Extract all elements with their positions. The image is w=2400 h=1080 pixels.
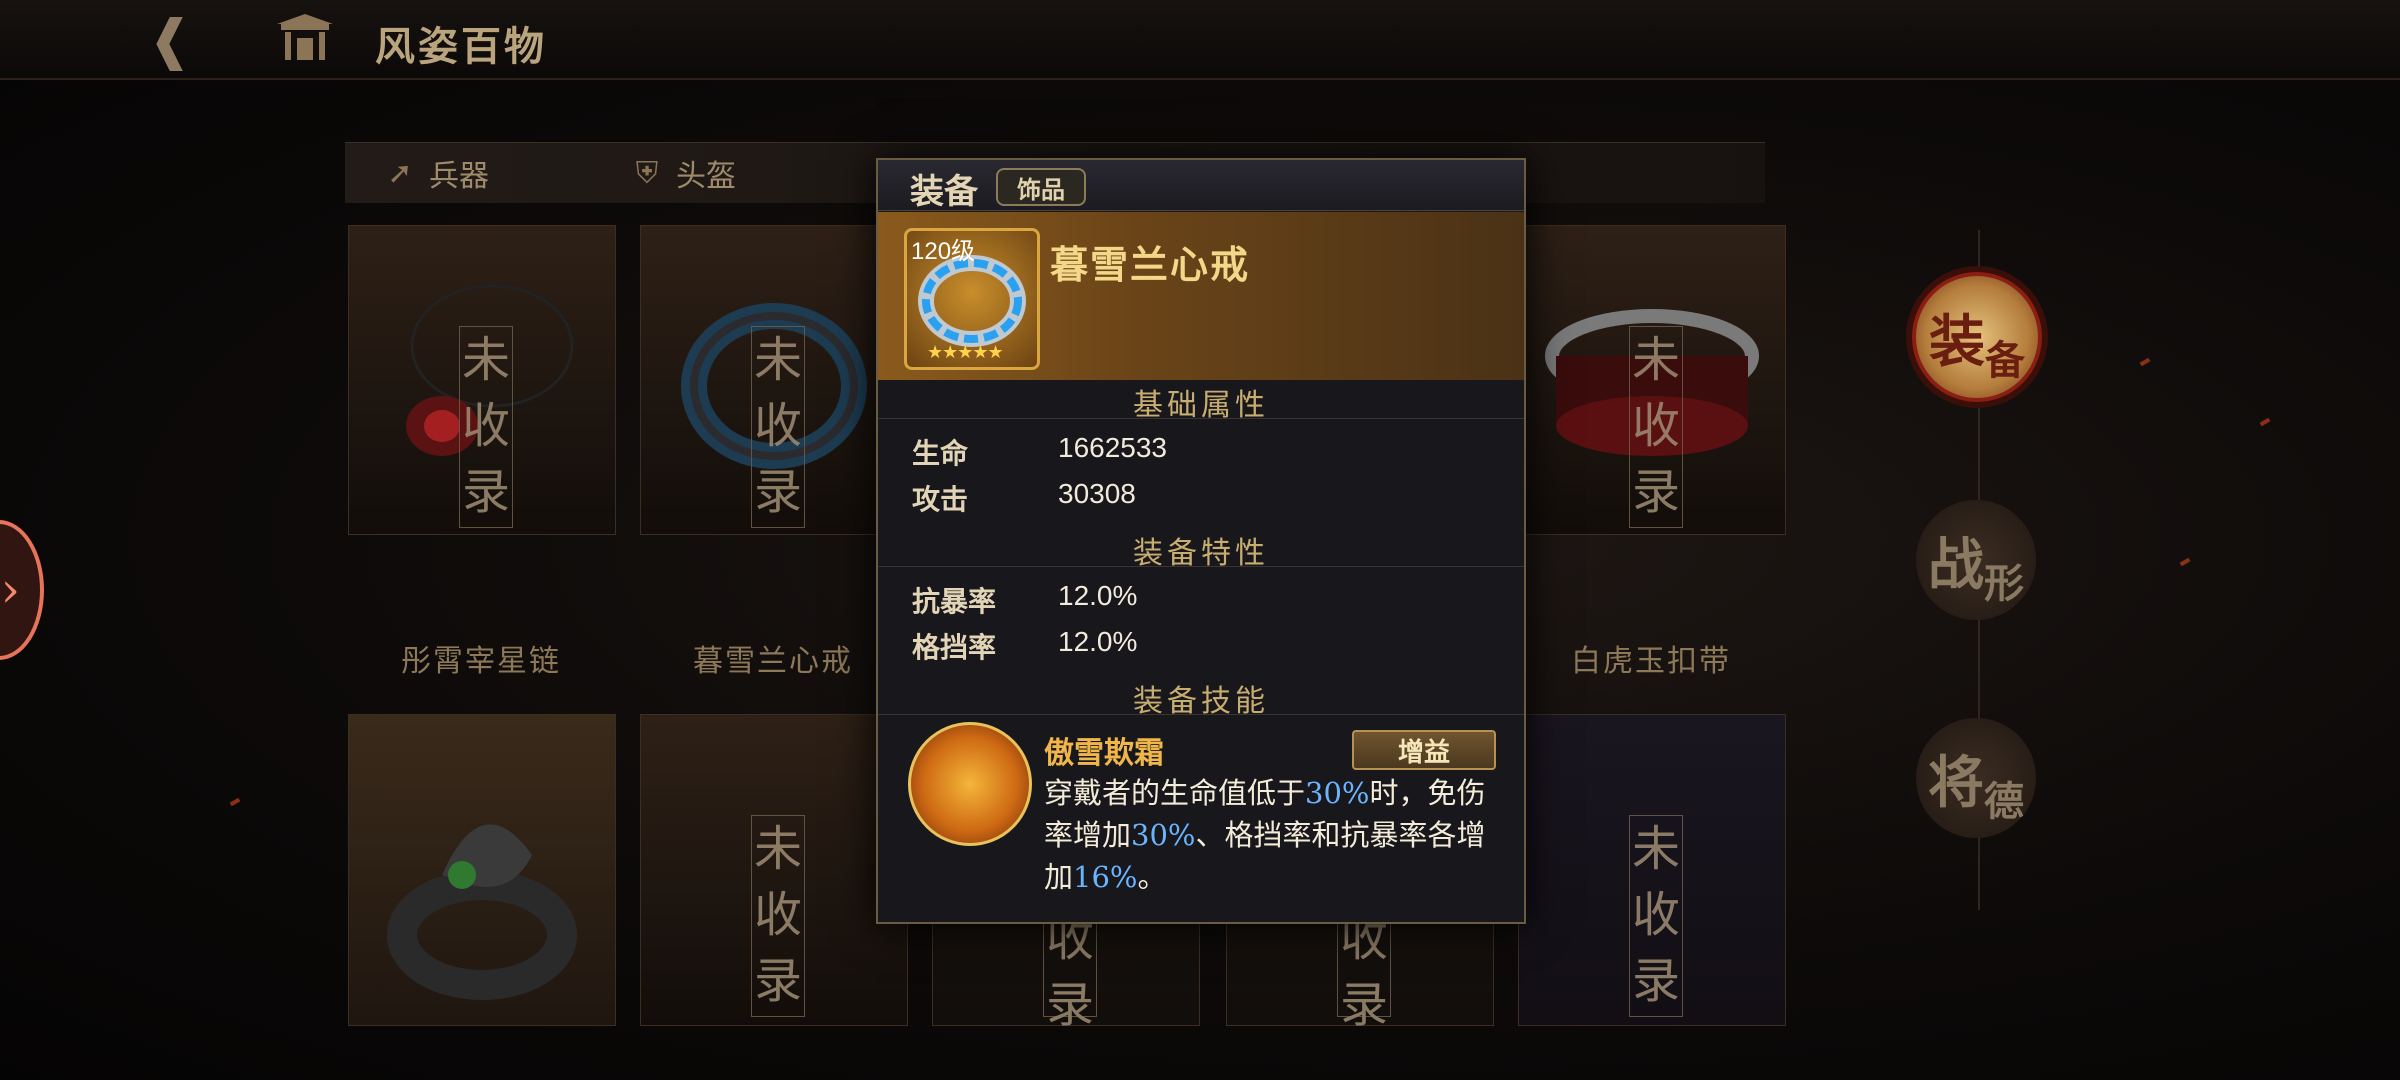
ember-decoration bbox=[229, 797, 241, 807]
trait-row: 抗暴率 12.0% bbox=[912, 580, 1492, 620]
tab-weapon[interactable]: ➚ 兵器 bbox=[383, 143, 489, 203]
top-bar: ❰ 风姿百物 bbox=[0, 0, 2400, 80]
trait-label: 抗暴率 bbox=[912, 585, 997, 618]
trait-value: 12.0% bbox=[1058, 626, 1138, 657]
side-tab-equipment[interactable]: 装备 bbox=[1912, 272, 2042, 402]
item-name: 暮雪兰心戒 bbox=[1050, 242, 1251, 287]
tab-helmet[interactable]: ⛨ 头盔 bbox=[630, 143, 736, 203]
side-tab-formation[interactable]: 战形 bbox=[1916, 500, 2036, 620]
ember-decoration bbox=[2179, 557, 2191, 567]
gate-icon bbox=[277, 14, 333, 60]
card-name: 彤霄宰星链 bbox=[401, 644, 561, 679]
collection-card[interactable]: 未收录 bbox=[348, 225, 616, 535]
collection-card[interactable] bbox=[348, 714, 616, 1026]
equipment-detail-popup: 装备 饰品 120级 ★★★★★ 暮雪兰心戒 基础属性 生命 1662533 攻… bbox=[876, 158, 1526, 924]
skill-name: 傲雪欺霜 bbox=[1044, 736, 1164, 771]
card-name: 白虎玉扣带 bbox=[1571, 644, 1731, 679]
star-rating: ★★★★★ bbox=[927, 342, 1004, 363]
trait-row: 格挡率 12.0% bbox=[912, 626, 1492, 666]
side-tab-virtue[interactable]: 将德 bbox=[1916, 718, 2036, 838]
helmet-icon: ⛨ bbox=[635, 155, 659, 191]
collection-card[interactable]: 未收录 bbox=[1518, 714, 1786, 1026]
item-icon: 120级 ★★★★★ bbox=[904, 228, 1040, 370]
dragon-ring-art bbox=[387, 824, 577, 1000]
popup-header: 装备 饰品 bbox=[878, 160, 1524, 212]
ember-decoration bbox=[2139, 357, 2151, 367]
skill-heading: 装备技能 bbox=[878, 676, 1524, 719]
stat-value: 1662533 bbox=[1058, 432, 1168, 463]
item-banner: 120级 ★★★★★ 暮雪兰心戒 bbox=[878, 212, 1524, 380]
card-name: 暮雪兰心戒 bbox=[693, 644, 853, 679]
page-title: 风姿百物 bbox=[375, 23, 547, 70]
expand-arrow-button[interactable]: › bbox=[0, 520, 44, 660]
collection-card[interactable]: 未收录 bbox=[640, 225, 908, 535]
stat-label: 攻击 bbox=[912, 483, 969, 516]
skill-icon bbox=[908, 722, 1032, 846]
uncollected-label: 未收录 bbox=[1629, 326, 1683, 528]
back-arrow-icon: ❰ bbox=[147, 7, 193, 71]
collection-card[interactable]: 未收录 bbox=[640, 714, 908, 1026]
uncollected-label: 未收录 bbox=[751, 326, 805, 528]
skill-description: 穿戴者的生命值低于30%时，免伤率增加30%、格挡率和抗暴率各增加16%。 bbox=[1044, 776, 1486, 894]
trait-label: 格挡率 bbox=[912, 631, 997, 664]
stat-row: 攻击 30308 bbox=[912, 478, 1492, 518]
uncollected-label: 未收录 bbox=[459, 326, 513, 528]
base-stats-heading: 基础属性 bbox=[878, 380, 1524, 423]
sword-icon: ➚ bbox=[387, 155, 413, 191]
traits-heading: 装备特性 bbox=[878, 528, 1524, 571]
type-badge: 饰品 bbox=[996, 168, 1086, 206]
uncollected-label: 未收录 bbox=[1629, 815, 1683, 1017]
uncollected-label: 未收录 bbox=[751, 815, 805, 1017]
back-button[interactable]: ❰ bbox=[130, 8, 210, 71]
trait-value: 12.0% bbox=[1058, 580, 1138, 611]
stat-value: 30308 bbox=[1058, 478, 1136, 509]
stat-label: 生命 bbox=[912, 437, 969, 470]
popup-title: 装备 bbox=[910, 172, 978, 212]
item-level: 120级 bbox=[911, 238, 976, 265]
collection-card[interactable]: 未收录 bbox=[1518, 225, 1786, 535]
tab-label: 头盔 bbox=[676, 159, 736, 194]
tab-label: 兵器 bbox=[429, 159, 489, 194]
ember-decoration bbox=[2259, 417, 2271, 427]
chevron-right-icon: › bbox=[0, 562, 20, 618]
stat-row: 生命 1662533 bbox=[912, 432, 1492, 472]
skill-tag: 增益 bbox=[1352, 730, 1496, 770]
